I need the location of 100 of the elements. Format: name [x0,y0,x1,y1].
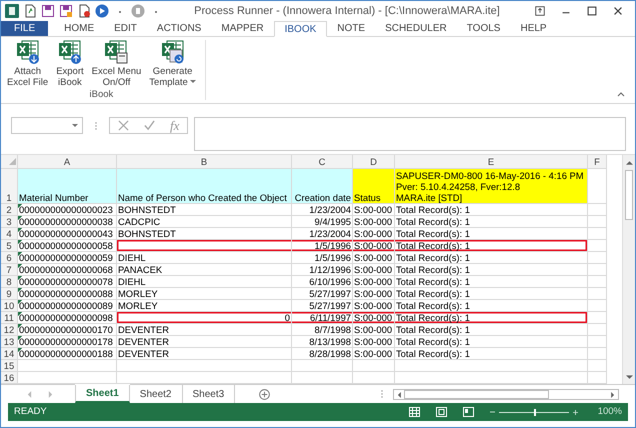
horizontal-scrollbar[interactable] [393,388,619,400]
excel-template-icon [160,40,185,64]
maximize-icon[interactable] [586,5,598,17]
save-icon[interactable] [41,4,55,18]
row-header[interactable]: 1 [1,169,18,204]
table-cell: Total Record(s): 1 [395,276,588,288]
window-title: Process Runner - (Innowera Internal) - [C:\Innowera\MARA.ite] [193,4,501,19]
column-header[interactable]: F [588,155,607,169]
table-cell: 9/4/1995 [292,216,353,228]
table-cell: 000000000000000089 [18,300,117,312]
table-cell: 000000000000000059 [18,252,117,264]
export-ibook-button[interactable]: Export iBook [53,40,87,88]
zoom-in-icon[interactable] [572,410,578,414]
excel-download-icon [16,40,40,64]
table-cell: 5/27/1997 [292,300,353,312]
excel-menu-button[interactable]: Excel Menu On/Off [88,40,144,88]
scroll-thumb[interactable] [625,170,633,220]
play-icon[interactable] [95,4,109,18]
table-cell: 000000000000000098 [18,312,117,324]
page-break-icon[interactable] [462,407,474,417]
table-cell: Total Record(s): 1 [395,300,588,312]
normal-view-icon[interactable] [408,407,420,417]
ribbon-tab[interactable]: SCHEDULER [375,21,457,36]
row-header[interactable]: 3 [1,216,18,228]
column-header[interactable]: B [117,155,292,169]
close-icon[interactable] [612,5,624,17]
collapse-ribbon-icon[interactable] [617,92,625,97]
column-header[interactable]: A [18,155,117,169]
table-cell: 000000000000000078 [18,276,117,288]
ribbon-tab[interactable]: ACTIONS [146,21,212,36]
column-header[interactable]: C [292,155,353,169]
ribbon-tab[interactable]: TOOLS [456,21,510,36]
row-header[interactable]: 9 [1,288,18,300]
row-header[interactable]: 12 [1,324,18,336]
attach-excel-button[interactable]: Attach Excel File [4,40,52,88]
row-header[interactable]: 13 [1,336,18,348]
caret-icon [190,80,196,84]
scroll-right-icon[interactable] [611,392,615,398]
table-cell: 8/7/1998 [292,324,353,336]
column-header[interactable]: D [353,155,395,169]
scroll-left-icon[interactable] [397,392,401,398]
row-header[interactable]: 6 [1,252,18,264]
table-cell: CADCPIC [117,216,292,228]
scroll-up-icon[interactable] [626,160,633,165]
save-as-icon[interactable] [59,4,73,18]
row-header[interactable]: 4 [1,228,18,240]
table-cell: 1/23/2004 [292,204,353,216]
ribbon-tab[interactable]: IBOOK [274,21,328,37]
sheet-tab[interactable]: Sheet1 [75,385,130,403]
row-header[interactable]: 10 [1,300,18,312]
ribbon-tab[interactable]: MAPPER [211,21,274,36]
table-cell: S:00-000 [353,204,395,216]
page-layout-icon[interactable] [436,407,447,417]
zoom-slider-thumb[interactable] [534,408,536,416]
table-cell: 8/13/1998 [292,336,353,348]
ribbon-display-icon[interactable] [534,5,546,17]
ribbon-tab[interactable]: HELP [510,21,557,36]
scroll-thumb[interactable] [404,390,549,398]
app-icon[interactable] [5,4,19,18]
table-cell: 000000000000000188 [18,348,117,360]
ribbon-tab[interactable]: HOME [54,21,104,36]
table-cell: S:00-000 [353,240,395,252]
table-cell: 000000000000000023 [18,204,117,216]
table-cell: Total Record(s): 1 [395,216,588,228]
table-cell: S:00-000 [353,216,395,228]
row-header[interactable]: 14 [1,348,18,360]
scroll-down-icon[interactable] [626,375,633,380]
ribbon-tab[interactable]: NOTE [327,21,376,36]
column-header[interactable]: E [395,155,588,169]
row-header[interactable]: 8 [1,276,18,288]
zoom-level[interactable]: 100% [598,404,622,420]
new-document-icon[interactable] [23,4,37,18]
row-header[interactable]: 16 [1,372,18,384]
table-cell: MORLEY [117,300,292,312]
header-cell: SAPUSER-DM0-800 16-May-2016 - 4:16 PM Pver: 5.10.4.24258, Fver:12.8 MARA.ite [STD] [395,169,588,204]
table-cell: Total Record(s): 1 [395,336,588,348]
vertical-scrollbar[interactable] [622,155,635,384]
table-cell: DIEHL [117,252,292,264]
delete-document-icon[interactable] [77,4,91,18]
row-header[interactable]: 2 [1,204,18,216]
row-header[interactable]: 7 [1,264,18,276]
table-cell: S:00-000 [353,348,395,360]
row-header[interactable]: 5 [1,240,18,252]
formula-input[interactable] [194,117,626,151]
generate-template-button[interactable]: Generate Template [146,40,199,88]
row-header[interactable]: 15 [1,360,18,372]
ribbon-tab[interactable]: EDIT [104,21,147,36]
file-tab[interactable]: FILE [1,21,48,36]
table-cell: 8/28/1998 [292,348,353,360]
table-cell: S:00-000 [353,228,395,240]
row-header[interactable]: 11 [1,312,18,324]
table-cell: BOHNSTEDT [117,228,292,240]
table-cell: Total Record(s): 1 [395,252,588,264]
table-cell: 5/27/1997 [292,288,353,300]
excel-window-icon [104,40,128,64]
table-cell: 000000000000000068 [18,264,117,276]
table-cell: 6/10/1996 [292,276,353,288]
check-icon[interactable] [144,120,155,131]
header-cell: Status [353,169,395,204]
add-sheet-icon[interactable] [259,388,270,400]
